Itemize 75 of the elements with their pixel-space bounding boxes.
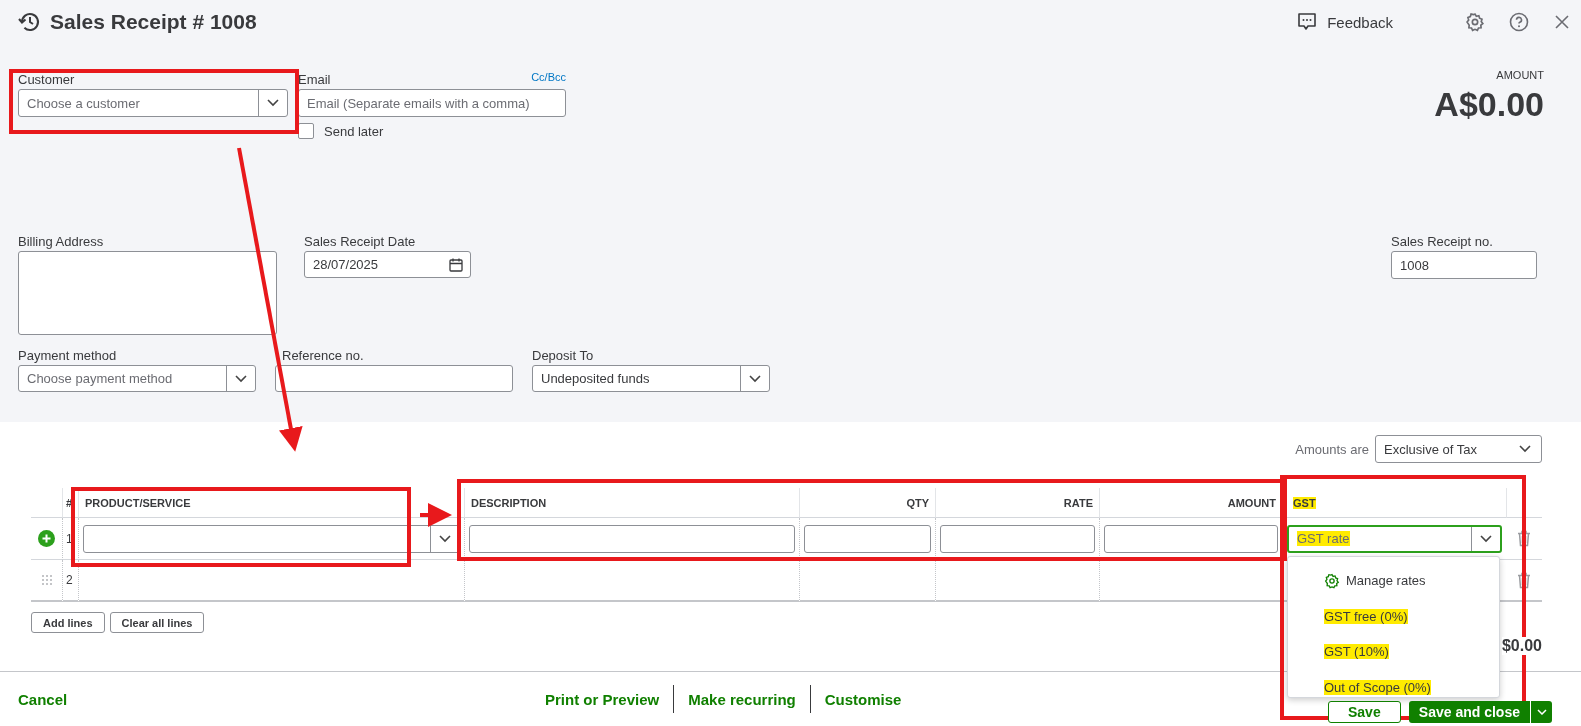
field-label: Sales Receipt no. bbox=[1391, 233, 1494, 251]
customer-dropdown[interactable]: Choose a customer bbox=[18, 89, 288, 117]
total-amount: $0.00 bbox=[1501, 637, 1542, 655]
field-label: Deposit To bbox=[532, 347, 595, 365]
gst-rate-field[interactable]: GST rate bbox=[1287, 524, 1502, 553]
save-options-button[interactable] bbox=[1530, 701, 1552, 723]
field-label: Payment method bbox=[18, 347, 118, 365]
input-field[interactable] bbox=[469, 524, 795, 553]
menu-item-label: Manage rates bbox=[1346, 573, 1426, 589]
field-label: Email bbox=[298, 71, 331, 89]
column-header: DESCRIPTION bbox=[464, 488, 799, 518]
input-field[interactable] bbox=[940, 524, 1095, 553]
reference-field[interactable] bbox=[275, 365, 513, 392]
save-button[interactable]: Save bbox=[1327, 701, 1401, 723]
chevron-icon bbox=[749, 374, 761, 383]
billing-address-field[interactable] bbox=[18, 251, 277, 335]
chevron-icon bbox=[267, 99, 279, 107]
gear-icon bbox=[1324, 572, 1340, 589]
column-header: RATE bbox=[935, 488, 1099, 518]
amount-total: A$0.00 bbox=[1434, 85, 1544, 124]
field-label: Customer bbox=[18, 71, 76, 89]
input-field[interactable] bbox=[804, 524, 931, 553]
receipt-number-field[interactable]: 1008 bbox=[1391, 251, 1537, 279]
checkbox-label: Send later bbox=[324, 123, 384, 139]
tax-mode-dropdown[interactable]: Exclusive of Tax bbox=[1375, 435, 1542, 463]
chevron-icon bbox=[439, 534, 451, 543]
chevron-icon bbox=[1480, 534, 1492, 543]
payment-method-dropdown[interactable]: Choose payment method bbox=[18, 365, 256, 392]
calendar-icon[interactable] bbox=[449, 257, 463, 272]
line-number: 2 bbox=[62, 560, 78, 602]
footer-link[interactable]: Make recurring bbox=[688, 690, 796, 708]
history-icon[interactable] bbox=[18, 11, 42, 33]
annotation-arrow bbox=[420, 503, 452, 527]
chevron-icon bbox=[235, 374, 247, 383]
amounts-are-label: Amounts are bbox=[1295, 441, 1369, 457]
gst-rate-option[interactable]: GST free (0%) bbox=[1288, 598, 1499, 634]
chevron-icon bbox=[1536, 709, 1547, 715]
close-icon[interactable] bbox=[1555, 15, 1569, 29]
amount-label: AMOUNT bbox=[1495, 69, 1544, 81]
table-button[interactable]: Add lines bbox=[31, 612, 105, 633]
feedback-button[interactable]: Feedback bbox=[1297, 12, 1393, 32]
trash-icon[interactable] bbox=[1517, 530, 1531, 547]
product-field[interactable] bbox=[83, 524, 460, 553]
field-label: Sales Receipt Date bbox=[304, 233, 417, 251]
save-and-close-button[interactable]: Save and close bbox=[1408, 701, 1530, 723]
send-later-checkbox[interactable] bbox=[298, 123, 314, 139]
deposit-to-dropdown[interactable]: Undeposited funds bbox=[532, 365, 770, 392]
gst-rate-option[interactable]: GST (10%) bbox=[1288, 634, 1499, 670]
trash-icon[interactable] bbox=[1517, 571, 1531, 589]
column-header bbox=[1506, 488, 1542, 518]
help-icon[interactable] bbox=[1509, 12, 1529, 32]
drag-handle-icon[interactable] bbox=[41, 575, 52, 585]
option-label: GST (10%) bbox=[1324, 644, 1389, 660]
column-header: AMOUNT bbox=[1099, 488, 1282, 518]
add-line-icon[interactable] bbox=[38, 530, 55, 547]
email-field[interactable]: Email (Separate emails with a comma) bbox=[298, 89, 566, 117]
option-label: GST free (0%) bbox=[1324, 608, 1408, 624]
cancel-link[interactable]: Cancel bbox=[18, 690, 68, 708]
field-label: Reference no. bbox=[281, 347, 365, 365]
chevron-icon bbox=[1519, 445, 1531, 453]
column-header: PRODUCT/SERVICE bbox=[78, 488, 464, 518]
column-header: GST bbox=[1282, 488, 1506, 518]
manage-rates-item[interactable]: Manage rates bbox=[1288, 563, 1499, 599]
page-title: Sales Receipt # 1008 bbox=[50, 10, 257, 34]
footer-link[interactable]: Customise bbox=[824, 690, 902, 708]
field-label: Billing Address bbox=[18, 233, 105, 251]
column-header: QTY bbox=[799, 488, 935, 518]
table-button[interactable]: Clear all lines bbox=[109, 612, 205, 633]
gear-icon bbox=[1465, 12, 1485, 32]
option-label: Out of Scope (0%) bbox=[1324, 679, 1431, 695]
cc-bcc-link[interactable]: Cc/Bcc bbox=[531, 71, 566, 89]
footer-link[interactable]: Print or Preview bbox=[545, 690, 660, 708]
input-field[interactable] bbox=[1104, 524, 1278, 553]
chat-bubble-icon bbox=[1297, 12, 1318, 32]
date-field[interactable]: 28/07/2025 bbox=[304, 251, 471, 278]
